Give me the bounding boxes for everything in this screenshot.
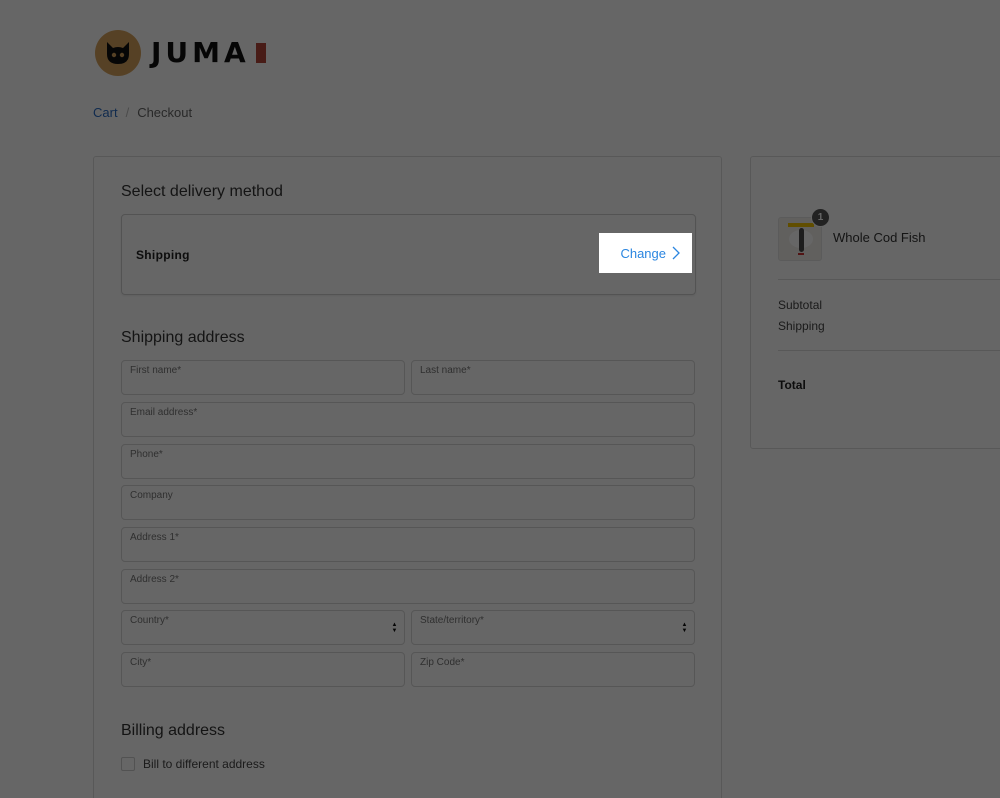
quantity-badge: 1 xyxy=(811,208,830,227)
email-input[interactable] xyxy=(130,417,686,433)
chevron-right-icon xyxy=(672,246,680,260)
last-name-input[interactable] xyxy=(420,375,686,391)
breadcrumb-separator: / xyxy=(125,105,130,120)
order-summary-card: 1 Whole Cod Fish Subtotal Shipping Total xyxy=(750,156,1000,449)
select-arrows-icon: ▲ ▼ xyxy=(681,622,688,634)
email-field[interactable]: Email address* xyxy=(121,402,695,437)
billing-address-title: Billing address xyxy=(121,722,226,739)
address1-input[interactable] xyxy=(130,542,686,558)
shipping-label: Shipping xyxy=(778,319,825,333)
divider xyxy=(778,279,1000,280)
delivery-method-box: Shipping Change xyxy=(121,214,696,295)
address2-input[interactable] xyxy=(130,584,686,600)
product-name: Whole Cod Fish xyxy=(833,230,926,245)
subtotal-label: Subtotal xyxy=(778,298,823,312)
address2-field[interactable]: Address 2* xyxy=(121,569,695,604)
change-label: Change xyxy=(620,245,666,261)
city-input[interactable] xyxy=(130,667,396,683)
country-label: Country* xyxy=(130,615,169,626)
delivery-section-title: Select delivery method xyxy=(121,183,283,200)
state-select[interactable]: State/territory* ▲ ▼ xyxy=(411,610,695,645)
change-delivery-button[interactable]: Change xyxy=(599,233,692,273)
breadcrumb-cart[interactable]: Cart xyxy=(93,105,118,120)
state-label: State/territory* xyxy=(420,615,484,626)
seal-icon xyxy=(255,43,266,63)
checkout-form-card: Select delivery method Shipping Change S… xyxy=(93,156,722,798)
first-name-input[interactable] xyxy=(130,375,396,391)
phone-input[interactable] xyxy=(130,459,686,475)
company-field[interactable]: Company xyxy=(121,485,695,520)
breadcrumb-checkout: Checkout xyxy=(137,105,193,120)
zip-field[interactable]: Zip Code* xyxy=(411,652,695,687)
checkout-page: JUMA Cart / Checkout Select delivery met… xyxy=(0,0,1000,798)
phone-field[interactable]: Phone* xyxy=(121,444,695,479)
cat-icon xyxy=(95,30,141,76)
address1-field[interactable]: Address 1* xyxy=(121,527,695,562)
country-select[interactable]: Country* ▲ ▼ xyxy=(121,610,405,645)
select-arrows-icon: ▲ ▼ xyxy=(391,622,398,634)
last-name-field[interactable]: Last name* xyxy=(411,360,695,395)
bill-different-label: Bill to different address xyxy=(143,757,265,771)
bill-different-checkbox[interactable] xyxy=(121,757,135,771)
total-label: Total xyxy=(778,378,806,392)
city-field[interactable]: City* xyxy=(121,652,405,687)
zip-input[interactable] xyxy=(420,667,686,683)
bill-different-row[interactable]: Bill to different address xyxy=(121,757,265,771)
breadcrumb: Cart / Checkout xyxy=(93,105,192,120)
company-input[interactable] xyxy=(130,500,686,516)
shipping-address-title: Shipping address xyxy=(121,329,245,346)
divider xyxy=(778,350,1000,351)
first-name-field[interactable]: First name* xyxy=(121,360,405,395)
brand-name: JUMA xyxy=(151,36,250,69)
brand-logo[interactable]: JUMA xyxy=(95,30,266,76)
delivery-method-label: Shipping xyxy=(136,248,190,262)
